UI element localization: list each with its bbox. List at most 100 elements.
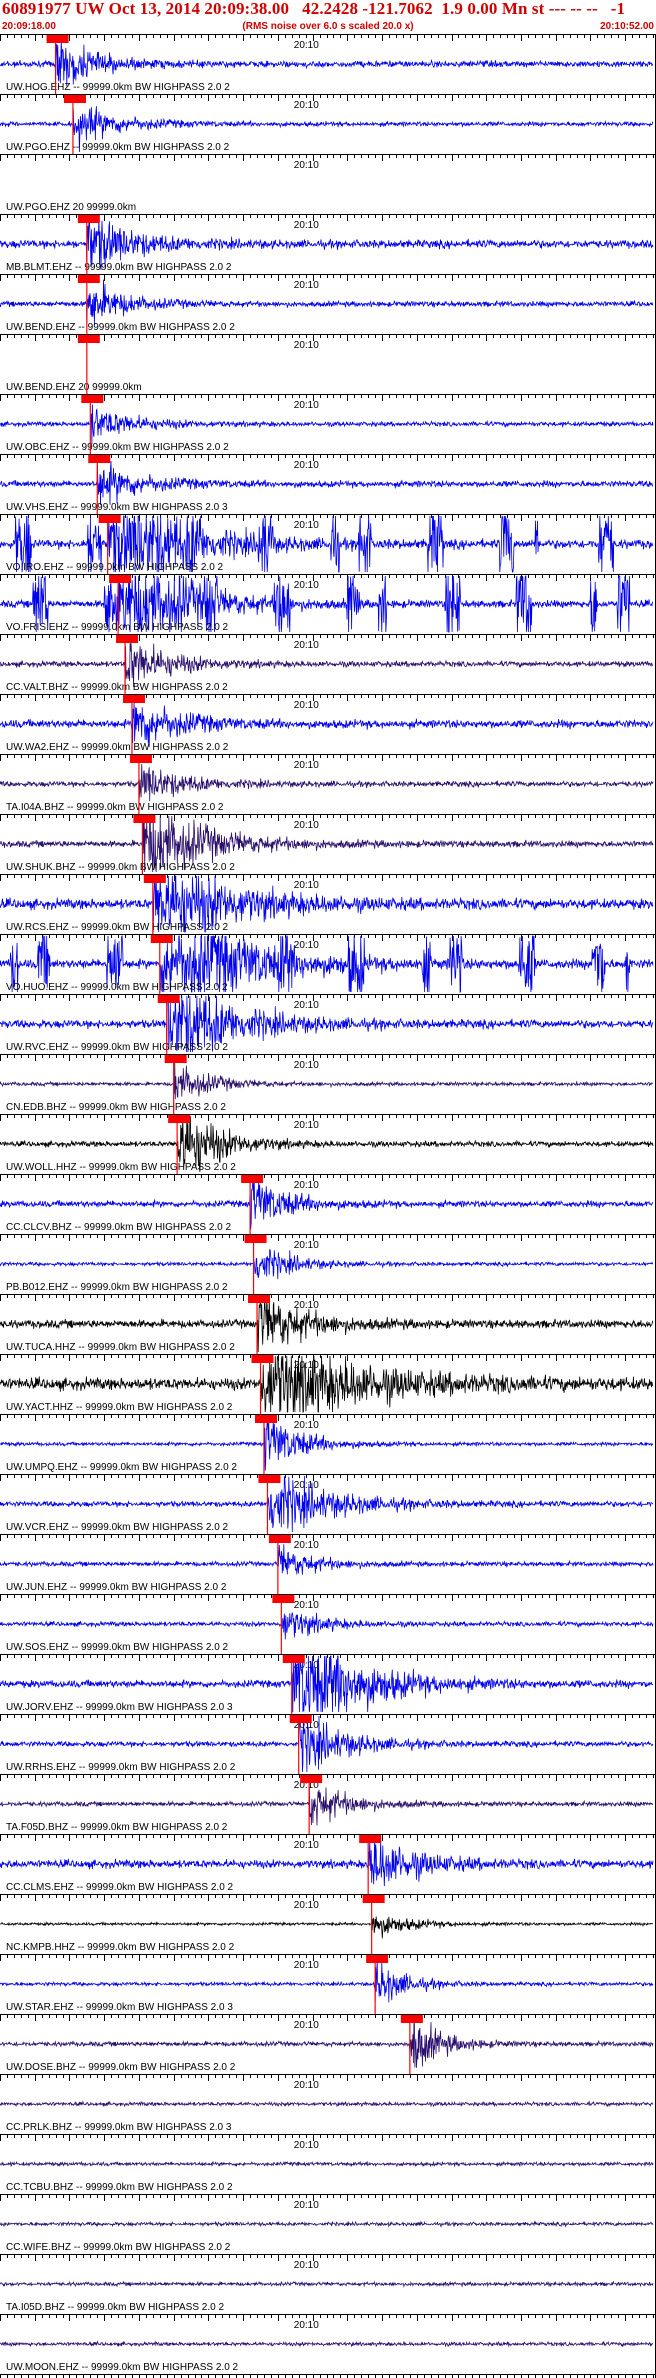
waveform: [0, 2340, 653, 2348]
pick-marker: [46, 35, 69, 43]
trace-label: UW.VHS.EHZ -- 99999.0km BW HIGHPASS 2.0 …: [6, 502, 228, 513]
waveform: [0, 1835, 654, 1887]
minute-label: 20:10: [294, 1960, 319, 1971]
waveform: [0, 404, 654, 445]
minute-label: 20:10: [294, 280, 319, 291]
minute-label: 20:10: [294, 700, 319, 711]
trace-label: UW.HOG.EHZ -- 99999.0km BW HIGHPASS 2.0 …: [6, 82, 230, 93]
time-ticks: [0, 2314, 654, 2321]
minute-label: 20:10: [294, 100, 319, 111]
seismogram-plot: 20:10 UW.HOG.EHZ -- 99999.0km BW HIGHPASS…: [0, 34, 656, 2378]
end-time-label: 20:10:52.00: [600, 21, 654, 32]
trace-label: NC.KMPB.HHZ -- 99999.0km BW HIGHPASS 2.0…: [6, 1942, 235, 1953]
minute-label: 20:10: [294, 1840, 319, 1851]
time-ticks: [0, 1834, 654, 1841]
waveform: [0, 763, 654, 802]
pick-marker: [258, 1475, 281, 1483]
pick-marker: [109, 575, 132, 583]
pick-marker: [77, 215, 100, 223]
minute-label: 20:10: [294, 2260, 319, 2271]
pick-marker: [168, 1115, 191, 1123]
time-ticks: [0, 1774, 654, 1781]
time-ticks: [0, 2254, 654, 2261]
waveform: [0, 1786, 654, 1826]
minute-label: 20:10: [294, 1900, 319, 1911]
minute-label: 20:10: [294, 460, 319, 471]
trace-label: UW.RCS.EHZ -- 99999.0km BW HIGHPASS 2.0 …: [6, 922, 229, 933]
pick-marker: [63, 95, 86, 103]
trace-label: VO.IRO.EHZ -- 99999.0km BW HIGHPASS 2.0 …: [6, 562, 224, 573]
pick-marker: [289, 1715, 312, 1723]
minute-label: 20:10: [294, 2080, 319, 2091]
time-ticks: [0, 1714, 654, 1721]
time-ticks: [0, 574, 654, 581]
trace-label: CC.TCBU.BHZ -- 99999.0km BW HIGHPASS 2.0…: [6, 2182, 233, 2193]
time-ticks: [0, 1354, 654, 1361]
trace-label: UW.OBC.EHZ -- 99999.0km BW HIGHPASS 2.0 …: [6, 442, 229, 453]
trace-label: CC.PRLK.BHZ -- 99999.0km BW HIGHPASS 2.0…: [6, 2122, 232, 2133]
trace-label: UW.SHUK.BHZ -- 99999.0km BW HIGHPASS 2.0…: [6, 862, 235, 873]
minute-label: 20:10: [294, 2020, 319, 2031]
trace-label: TA.F05D.BHZ -- 99999.0km BW HIGHPASS 2.0…: [6, 1822, 228, 1833]
pick-marker: [254, 1415, 277, 1423]
time-ticks: [0, 1654, 654, 1661]
pick-marker: [77, 275, 100, 283]
trace-label: UW.PGO.EHZ 20 99999.0km: [6, 202, 136, 213]
minute-label: 20:10: [294, 2200, 319, 2211]
time-ticks: [0, 754, 654, 761]
time-ticks: [0, 1474, 654, 1481]
minute-label: 20:10: [294, 2320, 319, 2331]
time-ticks: [0, 34, 654, 41]
waveform: [0, 1612, 654, 1640]
pick-marker: [129, 755, 152, 763]
time-ticks: [0, 994, 654, 1001]
time-ticks: [0, 1534, 654, 1541]
minute-label: 20:10: [294, 40, 319, 51]
trace-label: TA.I05D.BHZ -- 99999.0km BW HIGHPASS 2.0…: [6, 2302, 224, 2313]
pick-marker: [98, 515, 121, 523]
waveform: [0, 641, 654, 688]
event-title: 60891977 UW Oct 13, 2014 20:09:38.00 42.…: [2, 0, 626, 18]
minute-label: 20:10: [294, 160, 319, 171]
pick-marker: [81, 395, 104, 403]
minute-label: 20:10: [294, 2140, 319, 2151]
time-ticks: [0, 1954, 654, 1961]
trace-label: CC.VALT.BHZ -- 99999.0km BW HIGHPASS 2.0…: [6, 682, 228, 693]
pick-marker: [251, 1355, 274, 1363]
minute-label: 20:10: [294, 880, 319, 891]
minute-label: 20:10: [294, 820, 319, 831]
waveform: [0, 460, 654, 506]
pick-marker: [300, 1775, 323, 1783]
trace-label: UW.BEND.EHZ 20 99999.0km: [6, 382, 142, 393]
pick-marker: [116, 635, 139, 643]
seismogram-svg: 20:10 UW.HOG.EHZ -- 99999.0km BW HIGHPASS…: [0, 34, 656, 2378]
trace-label: TA.I04A.BHZ -- 99999.0km BW HIGHPASS 2.0…: [6, 802, 224, 813]
trace-label: UW.TUCA.HHZ -- 99999.0km BW HIGHPASS 2.0…: [6, 1342, 235, 1353]
trace-label: UW.RVC.EHZ -- 99999.0km BW HIGHPASS 2.0 …: [6, 1042, 228, 1053]
minute-label: 20:10: [294, 340, 319, 351]
time-ticks: [0, 1234, 654, 1241]
minute-label: 20:10: [294, 520, 319, 531]
pick-marker: [150, 935, 173, 943]
trace-label: MB.BLMT.EHZ -- 99999.0km BW HIGHPASS 2.0…: [6, 262, 232, 273]
pick-marker: [282, 1655, 305, 1663]
pick-marker: [143, 875, 166, 883]
pick-marker: [400, 2015, 423, 2023]
minute-label: 20:10: [294, 640, 319, 651]
minute-label: 20:10: [294, 940, 319, 951]
time-ticks: [0, 874, 654, 881]
trace-label: UW.YACT.HHZ -- 99999.0km BW HIGHPASS 2.0…: [6, 1402, 233, 1413]
waveform: [0, 1249, 654, 1280]
trace-label: CN.EDB.BHZ -- 99999.0km BW HIGHPASS 2.0 …: [6, 1102, 226, 1113]
time-ticks: [0, 154, 654, 161]
trace-label: CC.CLCV.BHZ -- 99999.0km BW HIGHPASS 2.0…: [6, 1222, 232, 1233]
trace-label: VO.HUO.EHZ -- 99999.0km BW HIGHPASS 2.0 …: [6, 982, 228, 993]
time-ticks: [0, 934, 654, 941]
minute-label: 20:10: [294, 1300, 319, 1311]
time-ticks: [0, 2014, 654, 2021]
trace-label: PB.B012.EHZ -- 99999.0km BW HIGHPASS 2.0…: [6, 1282, 228, 1293]
pick-marker: [366, 1955, 389, 1963]
time-ticks: [0, 514, 654, 521]
minute-label: 20:10: [294, 400, 319, 411]
trace-label: UW.SOS.EHZ -- 99999.0km BW HIGHPASS 2.0 …: [6, 1642, 229, 1653]
